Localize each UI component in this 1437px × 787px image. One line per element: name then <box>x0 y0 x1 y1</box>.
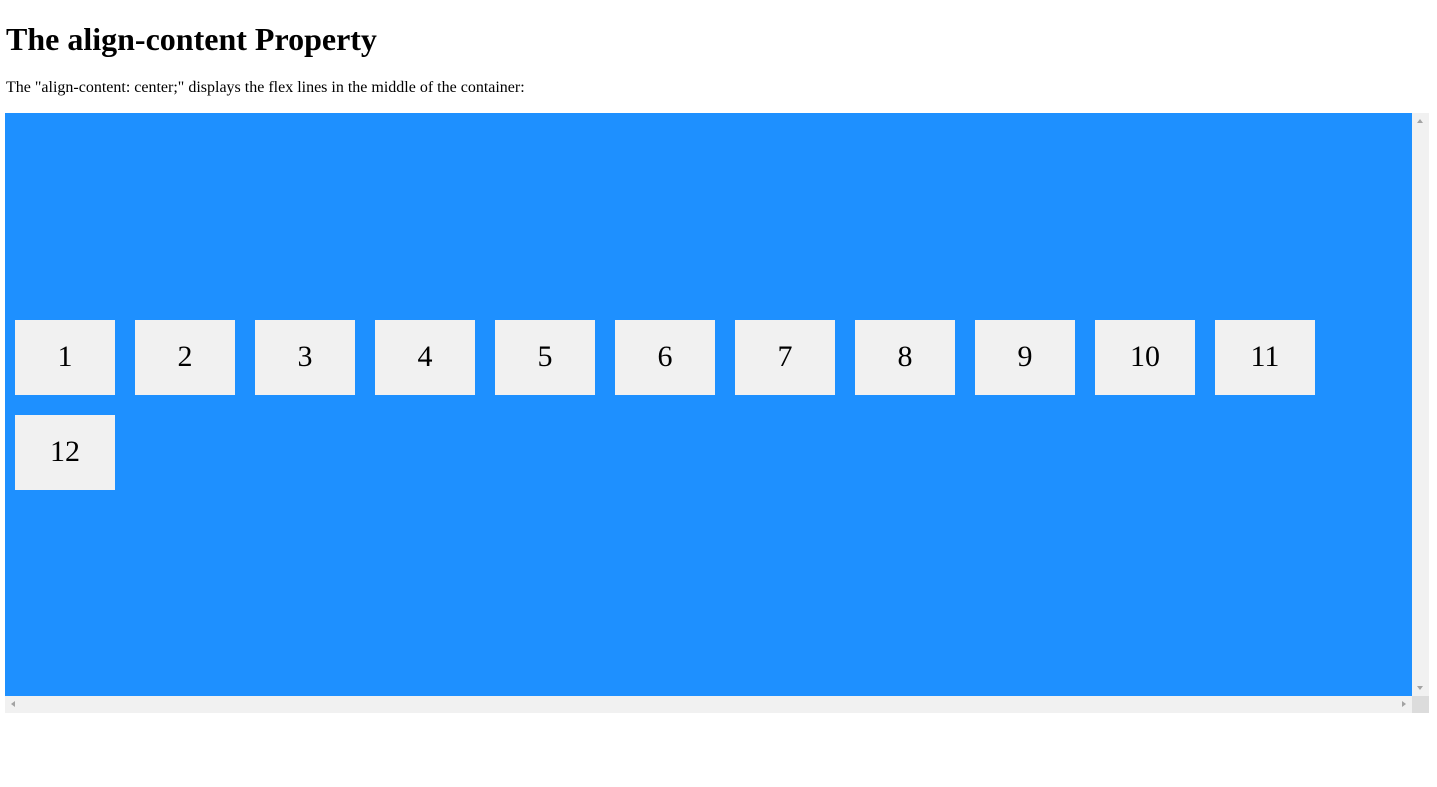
flex-item: 10 <box>1095 319 1195 395</box>
horizontal-scrollbar[interactable] <box>5 696 1412 713</box>
arrow-down-icon[interactable] <box>1417 686 1423 690</box>
page-title: The align-content Property <box>6 21 377 57</box>
flex-item: 3 <box>255 319 355 395</box>
page: The align-content Property The "align-co… <box>0 0 1437 787</box>
flex-item: 1 <box>15 319 115 395</box>
description-text: The "align-content: center;" displays th… <box>6 79 525 96</box>
flex-item: 11 <box>1215 319 1315 395</box>
arrow-up-icon[interactable] <box>1417 119 1423 123</box>
flex-item: 12 <box>15 414 115 490</box>
arrow-right-icon[interactable] <box>1402 701 1406 707</box>
flex-item: 8 <box>855 319 955 395</box>
flex-demo-frame: 1 2 3 4 5 6 7 8 9 10 11 12 <box>5 113 1429 713</box>
flex-item: 6 <box>615 319 715 395</box>
flex-container[interactable]: 1 2 3 4 5 6 7 8 9 10 11 12 <box>5 113 1412 696</box>
arrow-left-icon[interactable] <box>11 701 15 707</box>
scrollbar-corner <box>1412 696 1429 713</box>
flex-item: 2 <box>135 319 235 395</box>
vertical-scrollbar[interactable] <box>1412 113 1429 696</box>
flex-item: 7 <box>735 319 835 395</box>
flex-item: 5 <box>495 319 595 395</box>
flex-item: 4 <box>375 319 475 395</box>
flex-item: 9 <box>975 319 1075 395</box>
